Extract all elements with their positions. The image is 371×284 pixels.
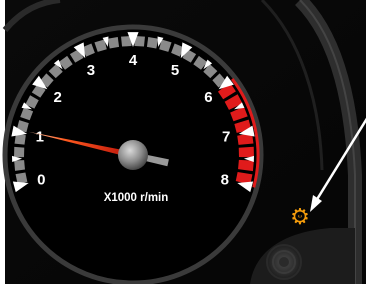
scale-segment	[14, 160, 25, 171]
scale-label-3: 3	[87, 62, 95, 79]
scale-label-1: 1	[36, 128, 44, 145]
warning-exclamation-mark: !	[298, 212, 303, 223]
scale-label-0: 0	[37, 172, 45, 189]
scale-label-7: 7	[222, 128, 230, 145]
scale-label-8: 8	[221, 172, 229, 189]
scale-segment	[14, 146, 25, 158]
scale-label-6: 6	[204, 89, 212, 106]
unit-label: X1000 r/min	[104, 192, 169, 204]
redline-segment	[238, 146, 254, 158]
needle-hub	[118, 140, 148, 170]
scale-label-2: 2	[53, 89, 61, 106]
scale-label-4: 4	[129, 52, 138, 69]
instrument-cluster: 012345678 X1000 r/min ⚙ !	[2, 0, 371, 284]
scale-label-5: 5	[171, 62, 179, 79]
housing-knob	[266, 244, 302, 280]
